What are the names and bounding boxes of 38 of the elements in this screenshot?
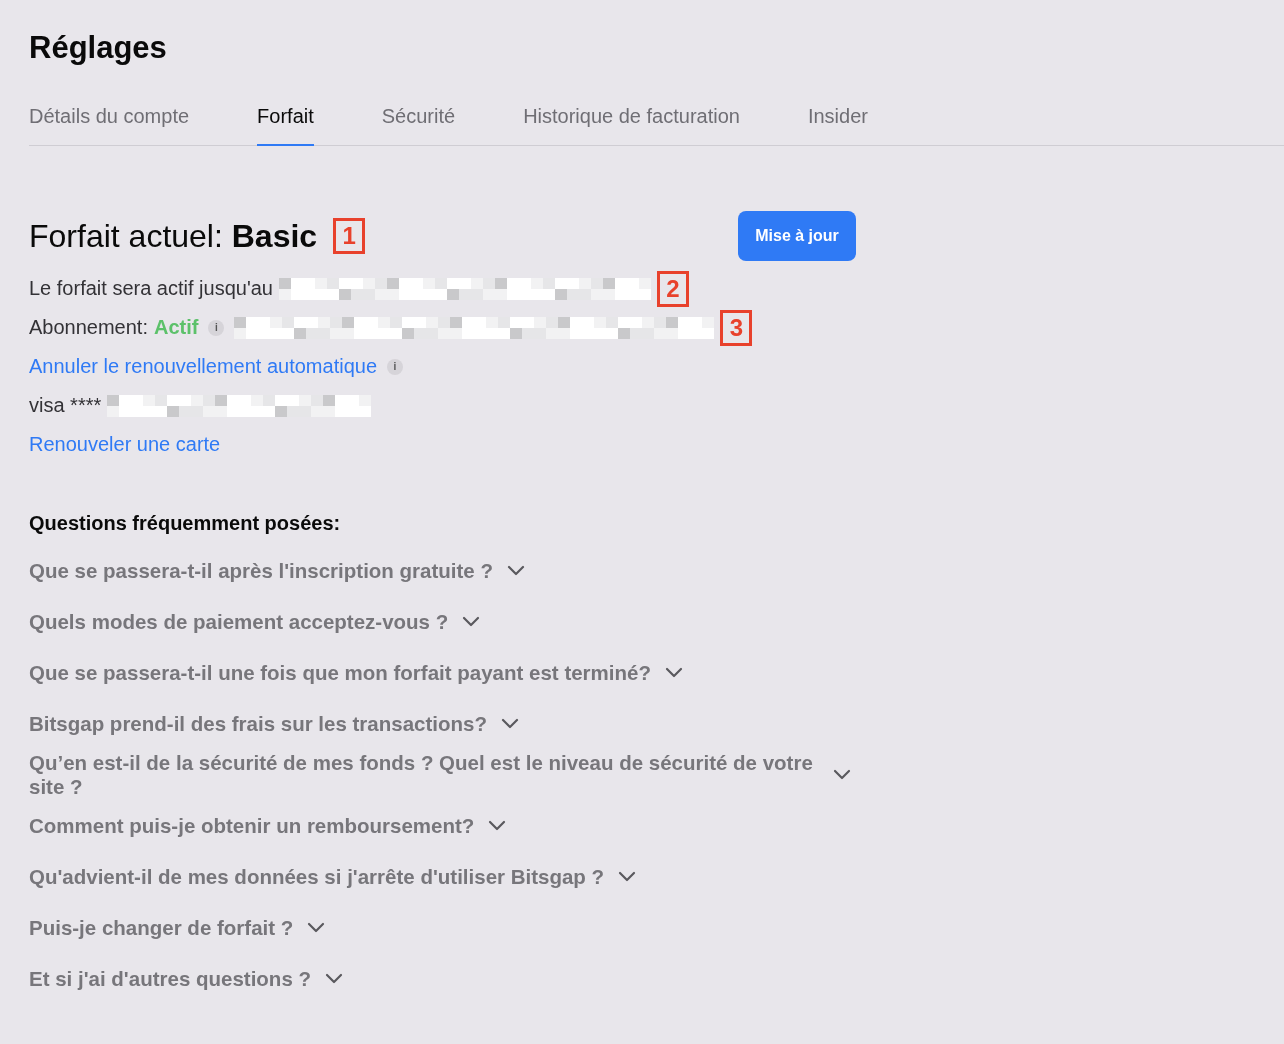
link[interactable]: Annuler le renouvellement automatique — [29, 355, 377, 378]
tab[interactable]: Détails du compte — [29, 105, 190, 146]
callout-number: 3 — [720, 309, 753, 346]
chevron-icon — [307, 922, 326, 933]
current-plan-heading: Forfait actuel: Basic — [29, 217, 318, 255]
faq-question[interactable]: Qu’en est-il de la sécurité de mes fonds ? Quel est le niveau de sécurité de votre site ? — [29, 749, 851, 800]
tab[interactable]: Insider — [807, 105, 868, 146]
chevron-icon — [500, 718, 519, 729]
faq-question[interactable]: Puis-je changer de forfait ? — [29, 902, 326, 953]
link[interactable]: Renouveler une carte — [29, 433, 221, 456]
faq-question[interactable]: Que se passera-t-il après l'inscription gratuite ? — [29, 545, 525, 596]
faq-question[interactable]: Que se passera-t-il une fois que mon forfait payant est terminé? — [29, 647, 683, 698]
detail-text: Le forfait sera actif jusqu'au — [29, 277, 273, 300]
callout-number: 2 — [656, 270, 689, 307]
faq-question[interactable]: Bitsgap prend-il des frais sur les transactions? — [29, 698, 519, 749]
chevron-icon — [462, 616, 481, 627]
chevron-icon — [325, 973, 343, 984]
chevron-icon — [664, 667, 683, 678]
chevron-icon — [507, 565, 525, 576]
status-text: Actif — [154, 316, 199, 339]
faq-heading: Questions fréquemment posées: — [29, 512, 342, 535]
callout-number: 1 — [333, 218, 366, 254]
chevron-icon — [833, 769, 851, 780]
upgrade-button[interactable]: Mise à jour — [738, 211, 856, 261]
faq-question[interactable]: Qu'advient-il de mes données si j'arrête d'utiliser Bitsgap ? — [29, 851, 637, 902]
faq-question[interactable]: Et si j'ai d'autres questions ? — [29, 953, 343, 1004]
tab[interactable]: Forfait — [257, 105, 314, 146]
chevron-icon — [618, 871, 637, 882]
subscription-label: Abonnement: — [29, 316, 148, 339]
tab[interactable]: Sécurité — [381, 105, 456, 146]
chevron-icon — [488, 820, 507, 831]
faq-question[interactable]: Quels modes de paiement acceptez-vous ? — [29, 596, 481, 647]
faq-question[interactable]: Comment puis-je obtenir un remboursement? — [29, 800, 507, 851]
info-icon[interactable]: i — [387, 358, 403, 375]
tab[interactable]: Historique de facturation — [523, 105, 740, 146]
info-icon[interactable]: i — [208, 319, 225, 336]
detail-text: visa **** — [29, 394, 102, 417]
page-title: Réglages — [29, 29, 168, 67]
